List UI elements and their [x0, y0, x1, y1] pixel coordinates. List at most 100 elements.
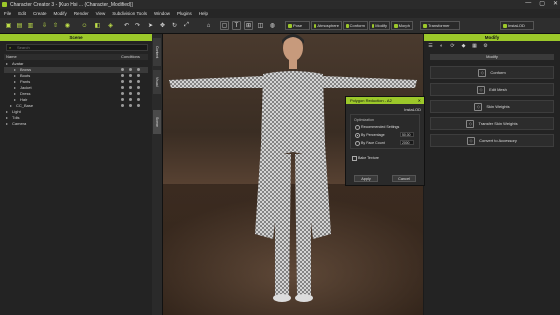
skin-weights-icon: ◇: [474, 102, 483, 111]
modify-conform-button[interactable]: ◇ Conform: [430, 66, 554, 79]
grid-icon[interactable]: ⊞: [244, 21, 253, 30]
atmosphere-button[interactable]: Atmosphere: [311, 21, 342, 30]
open-project-icon[interactable]: ▤: [15, 21, 24, 30]
instalod-button[interactable]: InstaLOD: [500, 21, 534, 30]
visibility-icon[interactable]: [121, 104, 124, 107]
menu-subdivision-tools[interactable]: Subdivision Tools: [112, 11, 147, 16]
render-icon[interactable]: [137, 74, 140, 77]
mirror-icon[interactable]: ◧: [93, 21, 102, 30]
scene-tree-row[interactable]: ▸ Camera: [4, 121, 148, 127]
render-icon[interactable]: [137, 92, 140, 95]
left-leg: [275, 154, 291, 296]
material-tab-icon[interactable]: ◆: [459, 42, 468, 50]
visibility-icon[interactable]: [121, 80, 124, 83]
dialog-close-icon[interactable]: ✕: [418, 97, 421, 104]
text-tool-icon[interactable]: T: [232, 21, 241, 30]
expand-arrow-icon[interactable]: ▸: [6, 121, 8, 127]
modify-toolbar-button[interactable]: Modify: [369, 21, 390, 30]
transformer-button[interactable]: Transformer: [420, 21, 460, 30]
select-icon[interactable]: ➤: [146, 21, 155, 30]
physics-tab-icon[interactable]: ⚙: [481, 42, 490, 50]
render-icon[interactable]: [137, 98, 140, 101]
menu-edit[interactable]: Edit: [18, 11, 26, 16]
bake-texture-checkbox[interactable]: [352, 156, 357, 161]
scene-search-input[interactable]: ⌕ Search: [6, 44, 148, 51]
render-icon[interactable]: [137, 80, 140, 83]
conform-icon: [346, 23, 349, 28]
menu-create[interactable]: Create: [33, 11, 47, 16]
tab-visual[interactable]: Visual: [153, 70, 161, 94]
percentage-input[interactable]: 50.00: [400, 132, 414, 137]
tab-content[interactable]: Content: [153, 38, 161, 66]
menu-view[interactable]: View: [96, 11, 106, 16]
visibility-icon[interactable]: [121, 98, 124, 101]
menu-help[interactable]: Help: [199, 11, 208, 16]
modify-skin-weights-button[interactable]: ◇ Skin Weights: [430, 100, 554, 113]
motion-tab-icon[interactable]: ⟳: [448, 42, 457, 50]
lock-icon[interactable]: [129, 92, 132, 95]
frame-icon[interactable]: ▢: [220, 21, 229, 30]
lock-icon[interactable]: [129, 104, 132, 107]
edit-mesh-icon: ◇: [477, 85, 486, 94]
visibility-icon[interactable]: [121, 92, 124, 95]
visibility-icon[interactable]: [121, 68, 124, 71]
minimize-button[interactable]: —: [525, 0, 531, 7]
undo-icon[interactable]: ↶: [122, 21, 131, 30]
morph-button[interactable]: Morph: [391, 21, 413, 30]
face-count-input[interactable]: 2000: [400, 140, 414, 145]
pose-button[interactable]: Pose: [285, 21, 310, 30]
render-icon[interactable]: [137, 104, 140, 107]
dialog-title: Polygon Reduction - A2: [350, 98, 392, 103]
lock-icon[interactable]: [129, 98, 132, 101]
menu-file[interactable]: File: [4, 11, 11, 16]
import-icon[interactable]: ⇩: [40, 21, 49, 30]
close-button[interactable]: ✕: [553, 0, 558, 7]
menu-window[interactable]: Window: [154, 11, 170, 16]
maximize-button[interactable]: ▢: [539, 0, 545, 7]
search-icon: ⌕: [9, 45, 12, 50]
lock-icon[interactable]: [129, 86, 132, 89]
modify-convert-to-accessory-button[interactable]: ◇ Convert to Accessory: [430, 134, 554, 147]
menu-modify[interactable]: Modify: [54, 11, 67, 16]
by-face-count-label: By Face Count: [361, 141, 385, 145]
by-face-count-radio[interactable]: [355, 141, 360, 146]
lock-icon[interactable]: [129, 80, 132, 83]
modify-button-label: Transfer Skin Weights: [478, 121, 518, 126]
tab-scene[interactable]: Scene: [153, 110, 161, 134]
visibility-icon[interactable]: [121, 86, 124, 89]
lock-icon[interactable]: [129, 68, 132, 71]
home-camera-icon[interactable]: ⌂: [204, 21, 213, 30]
save-icon[interactable]: ▥: [26, 21, 35, 30]
shading-icon[interactable]: ◍: [268, 21, 277, 30]
column-name[interactable]: Name: [6, 54, 17, 60]
morph-tab-icon[interactable]: ◐: [437, 42, 446, 50]
export-icon[interactable]: ⇧: [51, 21, 60, 30]
render-icon[interactable]: [137, 68, 140, 71]
column-conditions[interactable]: Conditions: [121, 54, 140, 60]
dialog-title-bar: Polygon Reduction - A2 ✕: [346, 97, 424, 104]
modify-edit-mesh-button[interactable]: ◇ Edit Mesh: [430, 83, 554, 96]
by-percentage-radio[interactable]: [355, 133, 360, 138]
apply-button[interactable]: Apply: [354, 175, 378, 182]
attribute-tab-icon[interactable]: ☰: [426, 42, 435, 50]
redo-icon[interactable]: ↷: [133, 21, 142, 30]
lock-icon[interactable]: [129, 74, 132, 77]
move-icon[interactable]: ✥: [158, 21, 167, 30]
hd-icon[interactable]: ◈: [106, 21, 115, 30]
wireframe-icon[interactable]: ◫: [256, 21, 265, 30]
render-icon[interactable]: ◉: [63, 21, 72, 30]
visibility-icon[interactable]: [121, 74, 124, 77]
new-project-icon[interactable]: ▣: [4, 21, 13, 30]
menu-render[interactable]: Render: [74, 11, 89, 16]
menu-plugins[interactable]: Plugins: [177, 11, 192, 16]
rotate-icon[interactable]: ↻: [170, 21, 179, 30]
morph-icon: [394, 23, 398, 28]
render-icon[interactable]: [137, 86, 140, 89]
modify-transfer-skin-weights-button[interactable]: ◇ Transfer Skin Weights: [430, 117, 554, 130]
scale-icon[interactable]: ⤢: [182, 21, 191, 30]
character-icon[interactable]: ☺: [80, 21, 89, 30]
conform-toolbar-button[interactable]: Conform: [343, 21, 368, 30]
texture-tab-icon[interactable]: ▦: [470, 42, 479, 50]
recommended-settings-radio[interactable]: [355, 125, 360, 130]
cancel-button[interactable]: Cancel: [392, 175, 416, 182]
